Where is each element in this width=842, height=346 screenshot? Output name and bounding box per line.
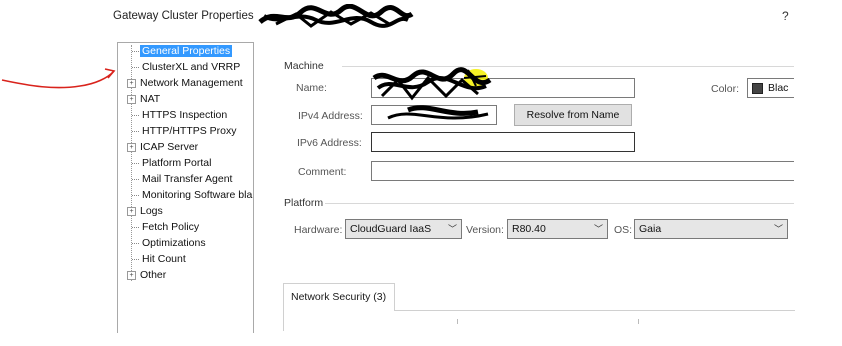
ipv6-label: IPv6 Address: [297, 137, 362, 149]
color-value: Blac [768, 82, 789, 94]
column-separator [638, 319, 639, 324]
expand-plus-icon[interactable]: + [127, 78, 136, 88]
tree-item[interactable]: General Properties [132, 45, 233, 58]
expand-plus-icon[interactable]: + [127, 142, 136, 152]
tree-item-label: ClusterXL and VRRP [142, 61, 241, 73]
redaction-scribble [372, 67, 492, 120]
tree-item[interactable]: + Other [127, 269, 168, 282]
column-separator [457, 319, 458, 324]
tree-item-label: HTTPS Inspection [142, 109, 228, 121]
color-label: Color: [711, 83, 740, 95]
comment-input[interactable] [371, 161, 794, 181]
tree-item-label: ICAP Server [140, 141, 199, 153]
tree-item-label: Other [140, 269, 167, 281]
tab-strip-line [395, 310, 795, 311]
expand-plus-icon[interactable]: + [127, 94, 136, 104]
chevron-down-icon: ﹀ [773, 224, 783, 234]
tree-item[interactable]: + ICAP Server [127, 141, 200, 154]
tree-item[interactable]: Mail Transfer Agent [132, 173, 234, 186]
window-title: Gateway Cluster Properties [113, 10, 254, 22]
tree-item[interactable]: Monitoring Software bla [132, 189, 253, 202]
tree-item-label: Network Management [140, 77, 243, 89]
version-value: R80.40 [512, 223, 546, 235]
os-select[interactable]: Gaia ﹀ [634, 219, 788, 239]
tree-connector [132, 194, 139, 196]
tab-network-security[interactable]: Network Security (3) [283, 283, 395, 311]
tree-item-label: Monitoring Software bla [142, 189, 253, 201]
tree-connector [132, 226, 139, 228]
expand-plus-icon[interactable]: + [127, 206, 136, 216]
tree-item[interactable]: HTTP/HTTPS Proxy [132, 125, 239, 138]
hardware-select[interactable]: CloudGuard IaaS ﹀ [345, 219, 462, 239]
tree-item[interactable]: + Network Management [127, 77, 245, 90]
tree-item-label: Fetch Policy [142, 221, 200, 233]
tree-item[interactable]: Platform Portal [132, 157, 213, 170]
tree-item-label: General Properties [140, 45, 233, 57]
color-swatch [752, 82, 763, 94]
tree-item-label: NAT [140, 93, 161, 105]
help-button[interactable]: ? [782, 9, 789, 23]
version-label: Version: [466, 224, 504, 236]
tree-connector [132, 258, 139, 260]
tree-connector [132, 178, 139, 180]
tree-item-label: Hit Count [142, 253, 186, 265]
tree-connector [132, 162, 139, 164]
tree-connector [132, 130, 139, 132]
ipv4-label: IPv4 Address: [298, 110, 363, 122]
tree-item-label: Mail Transfer Agent [142, 173, 233, 185]
tab-panel-border [283, 311, 284, 331]
chevron-down-icon: ﹀ [447, 224, 457, 234]
version-select[interactable]: R80.40 ﹀ [507, 219, 608, 239]
tree-connector [132, 66, 139, 68]
tree-item[interactable]: + NAT [127, 93, 162, 106]
tree-item[interactable]: HTTPS Inspection [132, 109, 229, 122]
machine-group-label: Machine [284, 60, 324, 72]
platform-group-label: Platform [284, 197, 324, 209]
tree-connector [132, 114, 139, 116]
hardware-value: CloudGuard IaaS [350, 223, 432, 235]
tree-item-label: Platform Portal [142, 157, 212, 169]
tree-item[interactable]: Fetch Policy [132, 221, 201, 234]
tree-item[interactable]: Hit Count [132, 253, 188, 266]
tree-item[interactable]: + Logs [127, 205, 165, 218]
chevron-down-icon: ﹀ [593, 224, 603, 234]
platform-group-divider [325, 203, 794, 204]
hardware-label: Hardware: [294, 224, 343, 236]
expand-plus-icon[interactable]: + [127, 270, 136, 280]
resolve-from-name-button[interactable]: Resolve from Name [514, 104, 632, 126]
os-value: Gaia [639, 223, 662, 235]
tree-item[interactable]: Optimizations [132, 237, 208, 250]
tree-item-label: Optimizations [142, 237, 206, 249]
tree-item[interactable]: ClusterXL and VRRP [132, 61, 242, 74]
name-label: Name: [296, 82, 327, 94]
navigation-tree: General Properties ClusterXL and VRRP + Net… [117, 42, 254, 333]
annotation-arrow [1, 68, 116, 89]
tree-item-label: Logs [140, 205, 163, 217]
tree-connector [132, 50, 139, 52]
tree-connector [132, 242, 139, 244]
redaction-scribble [258, 4, 414, 28]
tree-item-label: HTTP/HTTPS Proxy [142, 125, 237, 137]
os-label: OS: [614, 224, 633, 236]
comment-label: Comment: [298, 166, 347, 178]
color-select[interactable]: Blac [747, 78, 794, 98]
